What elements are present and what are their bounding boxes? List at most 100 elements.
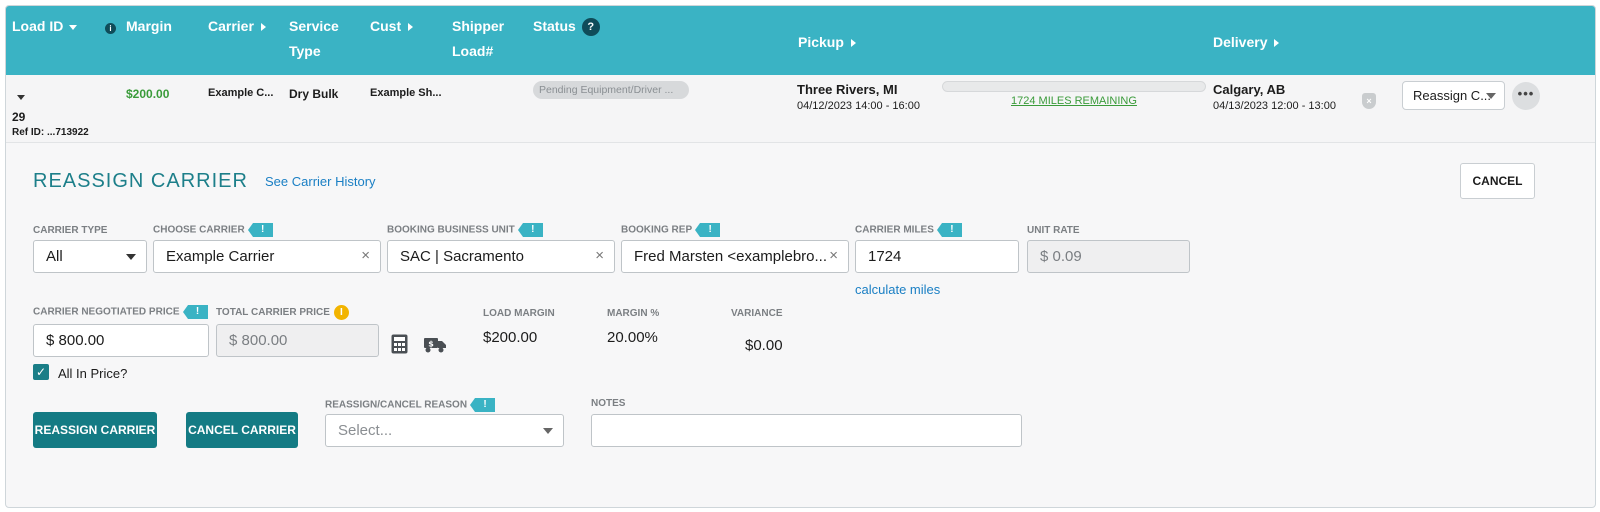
carrier-miles-label-text: CARRIER MILES [855, 224, 934, 236]
col-cust-label: Cust [370, 18, 402, 34]
carrier-type-label: CARRIER TYPE [33, 225, 108, 236]
chevron-right-icon [1274, 39, 1280, 48]
status-badge: Pending Equipment/Driver ... [533, 81, 689, 99]
total-price-field: $ 800.00 [216, 324, 379, 357]
chevron-right-icon [408, 23, 414, 32]
ref-id: Ref ID: ...713922 [12, 127, 89, 138]
choose-carrier-input[interactable]: Example Carrier × [153, 240, 381, 273]
col-shipper-line1: Shipper [452, 18, 505, 34]
panel-title: REASSIGN CARRIER [33, 170, 248, 192]
info-icon[interactable]: i [333, 305, 349, 320]
required-flag-icon: ! [247, 223, 273, 237]
col-pickup-label: Pickup [798, 34, 844, 50]
col-service-type[interactable]: Service Type [289, 14, 339, 64]
miles-remaining-link[interactable]: 1724 MILES REMAINING [1011, 95, 1137, 107]
booking-rep-label-text: BOOKING REP [621, 224, 693, 236]
col-service-line2: Type [289, 43, 321, 59]
reassign-carrier-button[interactable]: REASSIGN CARRIER [33, 412, 157, 448]
unit-rate-field: $ 0.09 [1027, 240, 1190, 273]
carrier-type-value: All [46, 248, 63, 265]
row-action-select[interactable]: Reassign C... [1402, 81, 1505, 110]
load-margin-label: LOAD MARGIN [483, 308, 555, 319]
booking-unit-value: SAC | Sacramento [400, 248, 524, 265]
col-delivery[interactable]: Delivery [1213, 30, 1280, 55]
booking-unit-input[interactable]: SAC | Sacramento × [387, 240, 615, 273]
load-number[interactable]: 29 [12, 110, 25, 124]
unit-rate-label: UNIT RATE [1027, 225, 1080, 236]
negotiated-price-label: CARRIER NEGOTIATED PRICE! [33, 305, 208, 319]
required-flag-icon: ! [470, 398, 496, 412]
col-shipper-load[interactable]: Shipper Load# [452, 14, 504, 64]
row-customer[interactable]: Example Sh... [370, 87, 442, 99]
truck-price-icon[interactable]: $ [423, 336, 447, 354]
booking-rep-value: Fred Marsten <examplebro... [634, 248, 828, 265]
col-carrier[interactable]: Carrier [208, 14, 266, 39]
chevron-down-icon [543, 428, 553, 434]
col-status[interactable]: Status? [533, 14, 600, 39]
negotiated-price-input[interactable]: $ 800.00 [33, 324, 209, 357]
reason-select[interactable]: Select... [325, 414, 564, 447]
col-load-id[interactable]: Load ID [12, 14, 78, 39]
pickup-city: Three Rivers, MI [797, 82, 898, 97]
total-price-label-text: TOTAL CARRIER PRICE [216, 307, 330, 319]
reason-label-text: REASSIGN/CANCEL REASON [325, 399, 468, 411]
choose-carrier-value: Example Carrier [166, 248, 275, 265]
delivery-city: Calgary, AB [1213, 82, 1286, 97]
load-board-panel: Load ID i Margin Carrier Service Type Cu… [5, 5, 1596, 508]
calculate-miles-link[interactable]: calculate miles [855, 282, 940, 297]
col-shipper-line2: Load# [452, 43, 494, 59]
required-flag-icon: ! [182, 305, 208, 319]
table-header: Load ID i Margin Carrier Service Type Cu… [6, 6, 1595, 75]
carrier-miles-input[interactable]: 1724 [855, 240, 1019, 273]
col-cust[interactable]: Cust [370, 14, 414, 39]
total-price-label: TOTAL CARRIER PRICE i [216, 305, 349, 320]
col-load-id-label: Load ID [12, 18, 64, 34]
cancel-carrier-button[interactable]: CANCEL CARRIER [186, 412, 298, 448]
dropdown-caret-icon [1486, 93, 1496, 99]
chevron-down-icon [126, 254, 136, 260]
reason-placeholder: Select... [338, 422, 393, 439]
reason-label: REASSIGN/CANCEL REASON! [325, 398, 496, 412]
help-icon[interactable]: ? [581, 18, 600, 37]
calculator-icon[interactable] [391, 334, 408, 354]
booking-unit-label-text: BOOKING BUSINESS UNIT [387, 224, 515, 236]
clear-icon[interactable]: × [593, 247, 604, 264]
shield-icon: × [1362, 93, 1376, 109]
col-margin[interactable]: Margin [126, 14, 172, 39]
chevron-right-icon [260, 23, 266, 32]
margin-pct-label: MARGIN % [607, 308, 660, 319]
chevron-right-icon [850, 39, 856, 48]
choose-carrier-label: CHOOSE CARRIER! [153, 223, 273, 237]
margin-info-icon[interactable]: i [105, 14, 116, 39]
row-action-select-value: Reassign C... [1413, 88, 1492, 103]
col-pickup[interactable]: Pickup [798, 30, 856, 55]
load-margin-value: $200.00 [483, 329, 538, 346]
choose-carrier-label-text: CHOOSE CARRIER [153, 224, 245, 236]
clear-icon[interactable]: × [359, 247, 370, 264]
required-flag-icon: ! [936, 223, 962, 237]
all-in-price-label: All In Price? [58, 366, 128, 381]
variance-value: $0.00 [745, 337, 783, 354]
col-delivery-label: Delivery [1213, 34, 1268, 50]
row-service-type: Dry Bulk [289, 87, 339, 101]
row-carrier[interactable]: Example C... [208, 87, 273, 99]
negotiated-price-label-text: CARRIER NEGOTIATED PRICE [33, 306, 180, 318]
svg-text:$: $ [428, 340, 434, 349]
booking-rep-input[interactable]: Fred Marsten <examplebro... × [621, 240, 849, 273]
clear-icon[interactable]: × [827, 247, 838, 264]
table-row[interactable]: 29 Ref ID: ...713922 $200.00 Example C..… [6, 75, 1595, 143]
notes-label: NOTES [591, 398, 626, 409]
notes-input[interactable] [591, 414, 1022, 447]
col-status-label: Status [533, 18, 576, 34]
col-service-line1: Service [289, 18, 339, 34]
margin-pct-value: 20.00% [607, 329, 658, 346]
row-margin: $200.00 [126, 87, 170, 101]
carrier-history-link[interactable]: See Carrier History [265, 174, 376, 189]
carrier-miles-label: CARRIER MILES! [855, 223, 962, 237]
sort-caret-icon [69, 24, 78, 30]
all-in-price-checkbox[interactable]: ✓ [33, 364, 49, 380]
carrier-type-select[interactable]: All [33, 240, 147, 273]
more-options-button[interactable]: ••• [1512, 82, 1540, 110]
expand-caret-icon[interactable] [17, 95, 25, 100]
cancel-button[interactable]: CANCEL [1460, 163, 1535, 199]
